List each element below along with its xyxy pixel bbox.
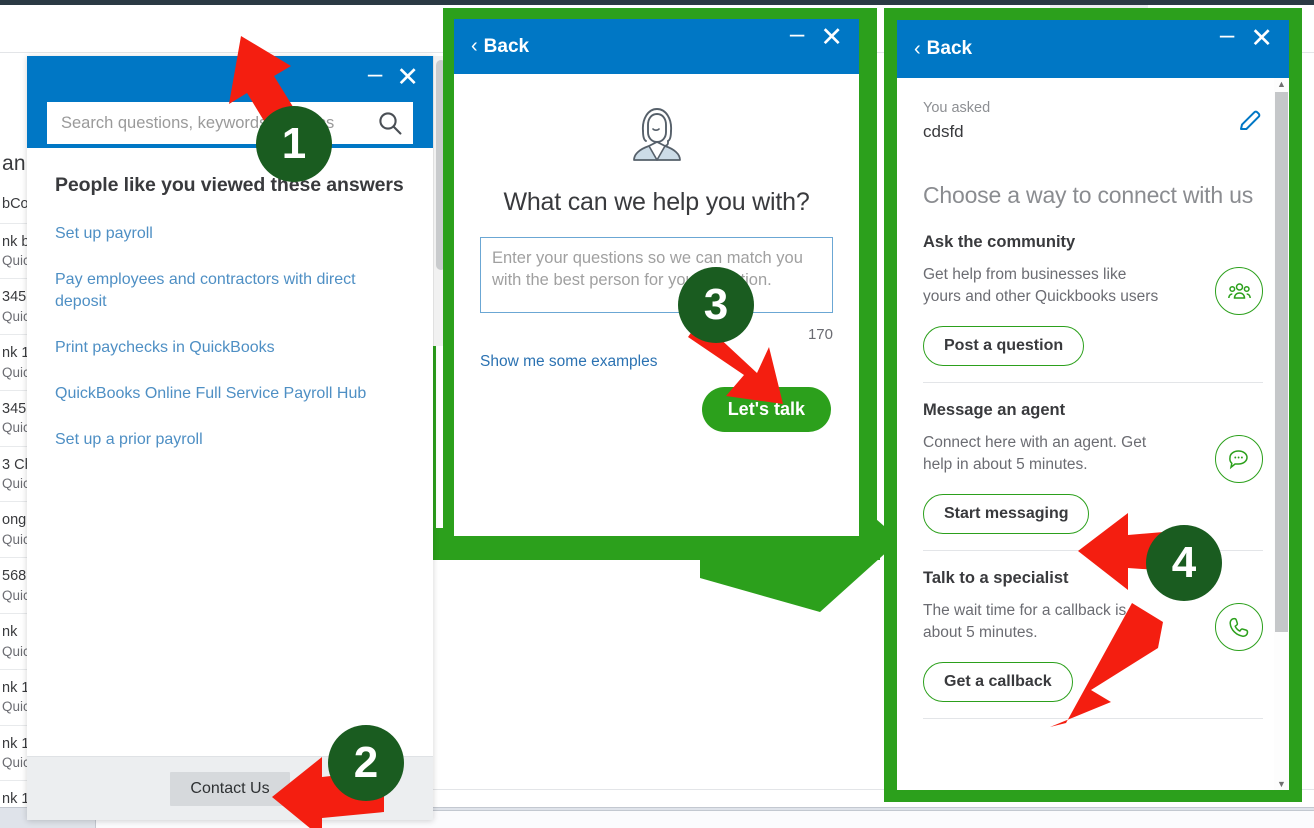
chevron-left-icon: ‹ bbox=[471, 35, 478, 57]
help-panel-window-buttons: – ✕ bbox=[368, 60, 419, 91]
ask-panel: ‹ Back – ✕ What can we help you with? En… bbox=[454, 19, 859, 536]
scroll-down-icon[interactable]: ▼ bbox=[1277, 779, 1286, 789]
question-textarea[interactable] bbox=[480, 237, 833, 313]
ask-panel-header: ‹ Back – ✕ bbox=[454, 19, 859, 74]
character-count: 170 bbox=[807, 326, 833, 343]
help-panel-header: – ✕ bbox=[27, 56, 449, 346]
minimize-icon[interactable]: – bbox=[1220, 21, 1234, 49]
answer-link[interactable]: Set up a prior payroll bbox=[55, 429, 375, 451]
help-panel: – ✕ People like you viewed these answers… bbox=[27, 56, 449, 820]
option-talk-specialist: Talk to a specialist The wait time for a… bbox=[923, 569, 1263, 719]
step-badge-2: 2 bbox=[328, 725, 404, 801]
get-a-callback-button[interactable]: Get a callback bbox=[923, 662, 1073, 702]
headset-agent-icon bbox=[480, 104, 833, 166]
post-a-question-button[interactable]: Post a question bbox=[923, 326, 1085, 366]
scrollbar-thumb[interactable] bbox=[1275, 92, 1288, 632]
minimize-icon[interactable]: – bbox=[790, 20, 804, 48]
back-button-label: Back bbox=[926, 38, 973, 59]
option-ask-community: Ask the community Get help from business… bbox=[923, 233, 1263, 383]
you-asked-label: You asked bbox=[923, 100, 991, 116]
lets-talk-button[interactable]: Let's talk bbox=[701, 387, 831, 432]
back-button[interactable]: ‹ Back bbox=[454, 35, 529, 58]
close-icon[interactable]: ✕ bbox=[820, 24, 843, 51]
page-title: People like you viewed these answers bbox=[55, 174, 404, 196]
step-badge-3: 3 bbox=[678, 267, 754, 343]
contact-us-button[interactable]: Contact Us bbox=[170, 771, 290, 806]
ask-panel-heading: What can we help you with? bbox=[503, 188, 810, 216]
connect-heading: Choose a way to connect with us bbox=[923, 182, 1254, 208]
scroll-up-icon[interactable]: ▲ bbox=[1277, 79, 1286, 89]
connect-panel: ‹ Back – ✕ You asked cdsfd Choose a way … bbox=[897, 20, 1289, 790]
back-button[interactable]: ‹ Back bbox=[897, 38, 972, 61]
step-badge-1: 1 bbox=[256, 106, 332, 182]
chat-bubble-icon bbox=[1215, 435, 1263, 483]
close-icon[interactable]: ✕ bbox=[396, 64, 419, 91]
answer-link[interactable]: Print paychecks in QuickBooks bbox=[55, 337, 375, 359]
connect-panel-window-buttons: – ✕ bbox=[1220, 21, 1273, 52]
help-search-bar bbox=[47, 102, 413, 144]
answer-link[interactable]: Set up payroll bbox=[55, 223, 375, 245]
chevron-left-icon: ‹ bbox=[914, 37, 921, 60]
help-panel-body: People like you viewed these answers Set… bbox=[27, 148, 433, 775]
connect-panel-header: ‹ Back – ✕ bbox=[897, 20, 1289, 78]
close-icon[interactable]: ✕ bbox=[1250, 25, 1273, 52]
back-button-label: Back bbox=[483, 35, 530, 57]
ask-panel-body: What can we help you with? 170 Show me s… bbox=[454, 74, 859, 371]
option-title: Message an agent bbox=[923, 401, 1066, 419]
connect-panel-highlight-border: ‹ Back – ✕ You asked cdsfd Choose a way … bbox=[884, 8, 1302, 802]
ask-panel-window-buttons: – ✕ bbox=[790, 20, 843, 51]
ask-panel-highlight-border: ‹ Back – ✕ What can we help you with? En… bbox=[443, 8, 877, 556]
option-message-agent: Message an agent Connect here with an ag… bbox=[923, 401, 1263, 551]
answer-link[interactable]: QuickBooks Online Full Service Payroll H… bbox=[55, 383, 375, 405]
answer-link[interactable]: Pay employees and contractors with direc… bbox=[55, 269, 375, 313]
people-group-icon bbox=[1215, 267, 1263, 315]
screenshot-root: ? Help bbox=[0, 0, 1314, 828]
search-icon[interactable] bbox=[367, 109, 413, 137]
pencil-icon[interactable] bbox=[1237, 108, 1263, 139]
step-badge-4: 4 bbox=[1146, 525, 1222, 601]
option-description: Connect here with an agent. Get help in … bbox=[923, 434, 1147, 473]
you-asked-value: cdsfd bbox=[923, 122, 964, 141]
connect-panel-body: You asked cdsfd Choose a way to connect … bbox=[897, 78, 1289, 719]
start-messaging-button[interactable]: Start messaging bbox=[923, 494, 1090, 534]
connect-panel-scrollbar[interactable]: ▲ ▼ bbox=[1274, 78, 1289, 790]
show-examples-link[interactable]: Show me some examples bbox=[480, 353, 657, 371]
minimize-icon[interactable]: – bbox=[368, 60, 382, 88]
option-description: The wait time for a callback is about 5 … bbox=[923, 602, 1127, 641]
option-description: Get help from businesses like yours and … bbox=[923, 266, 1159, 305]
phone-icon bbox=[1215, 603, 1263, 651]
option-title: Ask the community bbox=[923, 233, 1076, 251]
